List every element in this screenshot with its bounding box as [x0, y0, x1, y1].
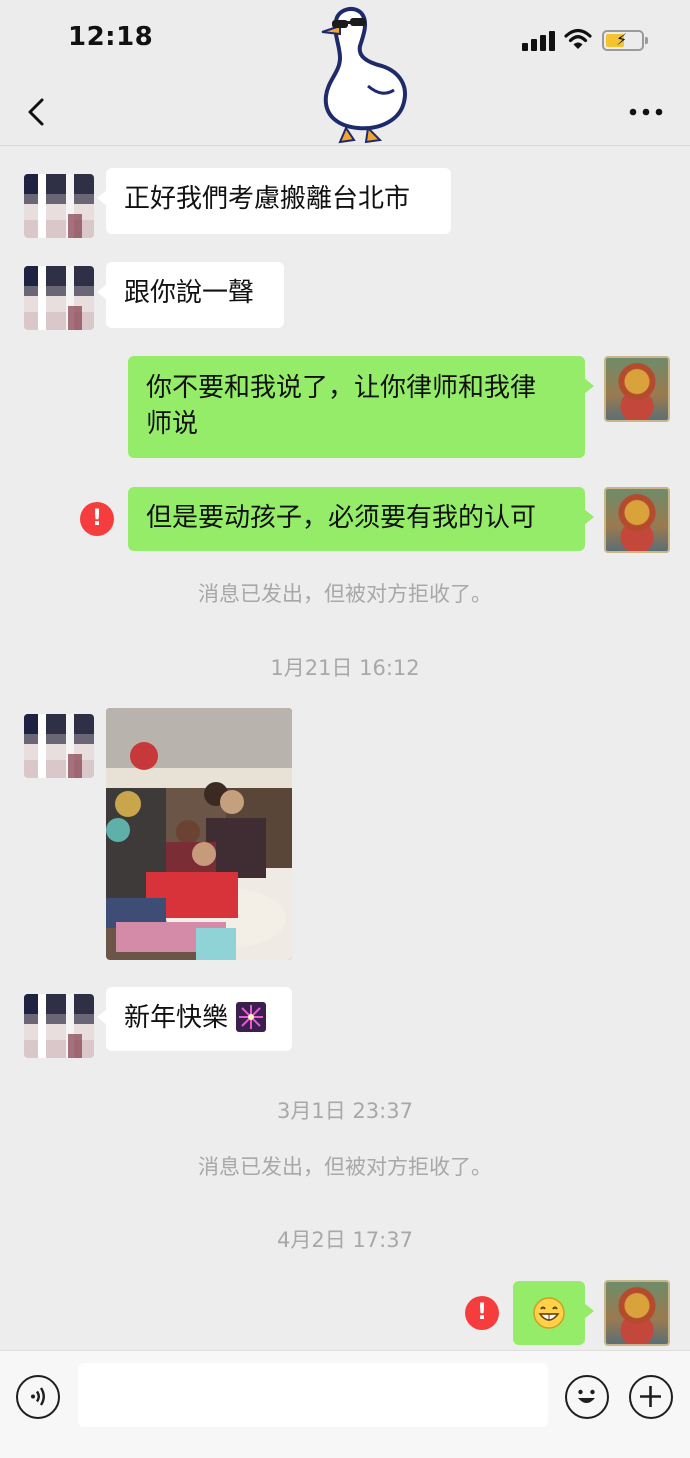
grin-emoji-icon	[533, 1297, 565, 1329]
plus-icon	[640, 1386, 661, 1407]
fireworks-emoji-icon	[236, 1002, 267, 1032]
emoji-button[interactable]	[565, 1375, 609, 1419]
sent-message-bubble[interactable]: 你不要和我说了，让你律师和我律 师说	[128, 356, 594, 458]
timestamp: 3月1日 23:37	[277, 1099, 413, 1123]
sent-emoji-bubble[interactable]	[513, 1281, 594, 1345]
sent-message-bubble[interactable]: 但是要动孩子，必须要有我的认可	[128, 487, 594, 551]
input-bar	[0, 1350, 690, 1458]
send-failed-icon[interactable]: !	[80, 502, 114, 536]
voice-icon	[31, 1387, 45, 1406]
message-input[interactable]	[78, 1363, 548, 1427]
message-text: 正好我們考慮搬離台北市	[124, 184, 411, 214]
contact-avatar[interactable]	[24, 994, 94, 1058]
status-time: 12:18	[68, 22, 154, 52]
message-text-line: 师说	[146, 409, 199, 439]
photo-message[interactable]	[106, 708, 292, 960]
contact-avatar[interactable]	[24, 714, 94, 778]
more-options-icon[interactable]	[626, 100, 666, 124]
back-arrow-icon[interactable]	[22, 94, 52, 130]
my-avatar[interactable]	[604, 1280, 670, 1346]
message-text: 新年快樂	[124, 1003, 229, 1033]
received-message-bubble[interactable]: 新年快樂	[97, 987, 292, 1051]
contact-avatar[interactable]	[24, 266, 94, 330]
received-message-bubble[interactable]: 跟你說一聲	[97, 262, 284, 328]
send-failed-icon[interactable]: !	[465, 1296, 499, 1330]
signal-icon	[522, 31, 556, 51]
received-message-bubble[interactable]: 正好我們考慮搬離台北市	[97, 168, 451, 234]
contact-avatar[interactable]	[24, 174, 94, 238]
more-functions-button[interactable]	[629, 1375, 673, 1419]
message-text: 但是要动孩子，必须要有我的认可	[146, 503, 537, 533]
wifi-icon	[564, 28, 592, 49]
rejected-notice: 消息已发出，但被对方拒收了。	[198, 582, 492, 606]
message-text: 跟你說一聲	[124, 278, 255, 308]
duck-sticker-icon	[321, 6, 407, 144]
my-avatar[interactable]	[604, 356, 670, 422]
voice-input-button[interactable]	[16, 1375, 60, 1419]
smiley-icon	[578, 1389, 595, 1403]
timestamp: 1月21日 16:12	[270, 656, 420, 680]
battery-icon: ⚡	[602, 30, 648, 51]
message-text-line: 你不要和我说了，让你律师和我律	[146, 373, 537, 403]
rejected-notice: 消息已发出，但被对方拒收了。	[198, 1155, 492, 1179]
timestamp: 4月2日 17:37	[277, 1228, 413, 1252]
my-avatar[interactable]	[604, 487, 670, 553]
